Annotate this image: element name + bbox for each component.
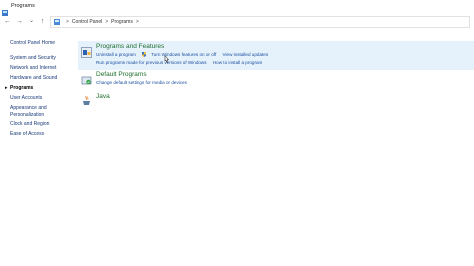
category-default-programs[interactable]: Default Programs Change default settings… <box>78 71 474 91</box>
compatibility-link[interactable]: Run programs made for previous versions … <box>96 60 207 65</box>
sidebar-item-home[interactable]: Control Panel Home <box>10 40 55 46</box>
current-item-bullet: ▸ <box>5 85 8 91</box>
sidebar-item-appearance[interactable]: Appearance and <box>10 105 47 111</box>
breadcrumb-control-panel[interactable]: Control Panel <box>72 19 102 25</box>
windows-features-link[interactable]: Turn Windows features on or off <box>142 52 216 57</box>
breadcrumb-separator: > <box>105 19 109 25</box>
programs-features-links: Uninstall a program Turn Windows feature… <box>96 52 273 57</box>
default-programs-links: Change default settings for media or dev… <box>96 80 192 85</box>
address-bar[interactable]: > Control Panel > Programs > <box>50 16 470 28</box>
view-updates-link[interactable]: View installed updates <box>223 52 269 57</box>
control-panel-icon <box>54 19 60 25</box>
window-title: Programs <box>11 3 35 9</box>
default-programs-title[interactable]: Default Programs <box>96 71 147 78</box>
java-title[interactable]: Java <box>96 93 110 100</box>
sidebar-item-clock-region[interactable]: Clock and Region <box>10 121 49 127</box>
shield-icon <box>142 52 147 57</box>
mouse-cursor-icon <box>163 52 171 63</box>
control-panel-window: Programs ← → ⌄ ↑ > Control Panel > Progr… <box>0 0 474 266</box>
sidebar-item-system-security[interactable]: System and Security <box>10 55 56 61</box>
windows-features-label: Turn Windows features on or off <box>151 52 217 57</box>
sidebar-item-label: Programs <box>10 85 34 91</box>
category-programs-features[interactable]: Programs and Features Uninstall a progra… <box>78 41 474 70</box>
uninstall-program-link[interactable]: Uninstall a program <box>96 52 136 57</box>
programs-features-links-row2: Run programs made for previous versions … <box>96 60 267 65</box>
java-icon <box>81 93 92 105</box>
sidebar-item-hardware[interactable]: Hardware and Sound <box>10 75 57 81</box>
breadcrumb-separator: > <box>66 19 69 25</box>
programs-features-icon <box>81 45 92 58</box>
sidebar-item-network[interactable]: Network and Internet <box>10 65 56 71</box>
programs-features-title[interactable]: Programs and Features <box>96 43 164 50</box>
sidebar-item-ease-of-access[interactable]: Ease of Access <box>10 131 44 137</box>
control-panel-icon <box>2 3 8 16</box>
category-java[interactable]: Java <box>78 92 474 106</box>
default-programs-icon <box>81 73 92 85</box>
sidebar-item-personalization[interactable]: Personalization <box>10 112 44 118</box>
how-to-install-link[interactable]: How to install a program <box>213 60 263 65</box>
default-media-settings-link[interactable]: Change default settings for media or dev… <box>96 80 187 85</box>
up-button[interactable]: ↑ <box>38 17 47 26</box>
forward-button[interactable]: → <box>15 17 24 26</box>
recent-locations-button[interactable]: ⌄ <box>27 17 36 26</box>
breadcrumb-programs[interactable]: Programs <box>111 19 133 25</box>
address-row: ← → ⌄ ↑ > Control Panel > Programs > <box>0 15 474 29</box>
title-bar: Programs <box>0 0 474 16</box>
sidebar-item-programs: ▸ Programs <box>5 85 34 91</box>
sidebar-item-user-accounts[interactable]: User Accounts <box>10 95 42 101</box>
breadcrumb-separator: > <box>135 19 139 25</box>
back-button[interactable]: ← <box>3 17 12 26</box>
